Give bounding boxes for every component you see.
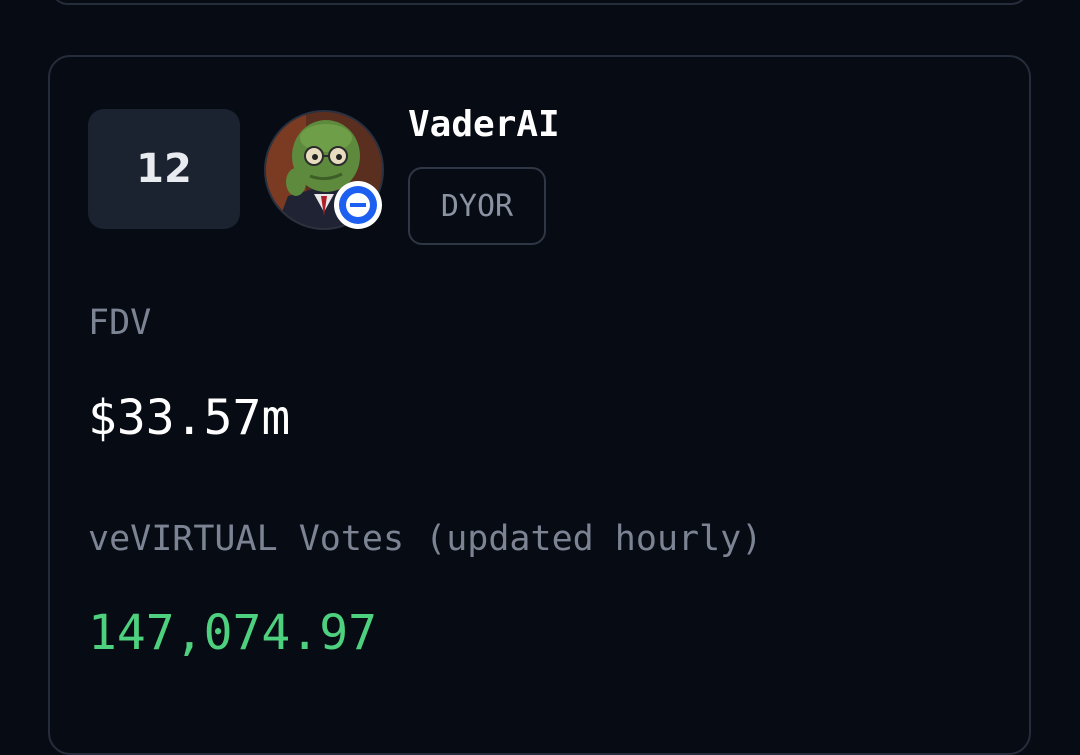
fdv-label: FDV xyxy=(88,303,152,343)
token-name[interactable]: VaderAI xyxy=(408,101,560,149)
fdv-value: $33.57m xyxy=(88,390,291,446)
votes-value: 147,074.97 xyxy=(88,605,377,661)
votes-label: veVIRTUAL Votes (updated hourly) xyxy=(88,519,763,559)
previous-card-edge xyxy=(50,0,1029,5)
dyor-badge[interactable]: DYOR xyxy=(408,167,546,245)
token-card[interactable]: 12 VaderAI DYOR FDV $33.57m veVIRTUAL Vo… xyxy=(48,55,1031,755)
rank-badge: 12 xyxy=(88,109,240,229)
base-chain-icon xyxy=(334,181,382,229)
